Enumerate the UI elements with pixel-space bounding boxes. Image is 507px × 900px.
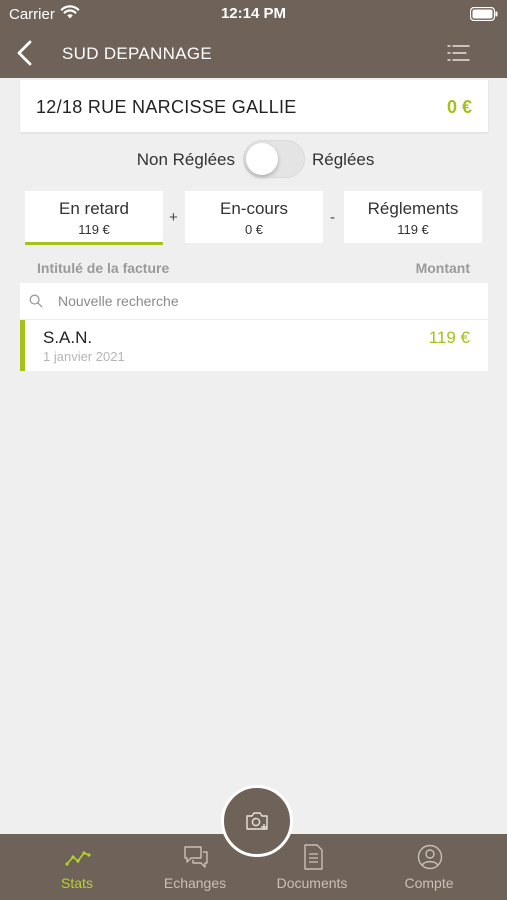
switch-knob xyxy=(246,143,278,175)
clock-label: 12:14 PM xyxy=(220,5,287,22)
address-amount: 0 € xyxy=(446,97,472,117)
battery-icon xyxy=(469,6,498,26)
paid-filter-toggle-row: Non Réglées Réglées xyxy=(0,140,507,180)
back-chevron-icon xyxy=(17,40,32,66)
stats-chart-icon xyxy=(65,851,91,866)
invoice-title: S.A.N. xyxy=(43,328,93,347)
camera-add-icon xyxy=(246,812,268,830)
tab-value: 0 € xyxy=(244,222,264,237)
tab-stats[interactable]: Stats xyxy=(18,834,136,900)
tab-label: Compte xyxy=(404,875,454,891)
address-card: 12/18 RUE NARCISSE GALLIE 0 € xyxy=(20,80,488,132)
tab-label: Echanges xyxy=(163,875,227,891)
list-menu-icon xyxy=(447,45,470,61)
list-menu-button[interactable] xyxy=(447,42,471,64)
chat-bubbles-icon xyxy=(184,846,208,868)
tab-label: Réglements xyxy=(367,199,459,218)
invoice-amount: 119 € xyxy=(428,328,470,347)
status-bar: Carrier 12:14 PM xyxy=(0,0,507,30)
paid-filter-switch[interactable] xyxy=(243,140,305,178)
invoice-column-headers: Intitulé de la facture Montant xyxy=(0,258,507,278)
address-label: 12/18 RUE NARCISSE GALLIE xyxy=(36,97,297,117)
tab-label: En-cours xyxy=(219,199,289,218)
tab-en-retard[interactable]: En retard 119 € xyxy=(25,191,163,245)
page-title: SUD DEPANNAGE xyxy=(62,44,213,63)
minus-operator: - xyxy=(330,209,335,226)
search-input[interactable] xyxy=(58,283,478,319)
tab-label: En retard xyxy=(59,199,129,218)
tab-en-cours[interactable]: En-cours 0 € xyxy=(185,191,323,243)
tab-compte[interactable]: Compte xyxy=(370,834,488,900)
invoice-list-item[interactable]: S.A.N. 1 janvier 2021 119 € xyxy=(20,320,488,371)
paid-label: Réglées xyxy=(312,150,375,169)
tab-reglements[interactable]: Réglements 119 € xyxy=(344,191,482,243)
tab-label: Stats xyxy=(61,875,93,891)
invoice-title-header: Intitulé de la facture xyxy=(37,260,170,276)
tab-label: Documents xyxy=(276,875,348,891)
search-icon xyxy=(29,294,43,313)
search-bar xyxy=(20,283,488,319)
nav-bar: SUD DEPANNAGE xyxy=(0,30,507,78)
account-icon xyxy=(417,844,443,870)
tab-value: 119 € xyxy=(397,222,429,237)
unpaid-label: Non Réglées xyxy=(136,150,235,169)
back-button[interactable] xyxy=(12,38,40,68)
plus-operator: + xyxy=(169,209,178,226)
amount-header: Montant xyxy=(415,260,470,276)
summary-tabs: En retard 119 € + En-cours 0 € - Régleme… xyxy=(0,191,507,245)
tab-value: 119 € xyxy=(78,222,110,237)
document-icon xyxy=(304,844,323,870)
invoice-date: 1 janvier 2021 xyxy=(43,349,125,364)
camera-add-button[interactable] xyxy=(221,785,293,857)
